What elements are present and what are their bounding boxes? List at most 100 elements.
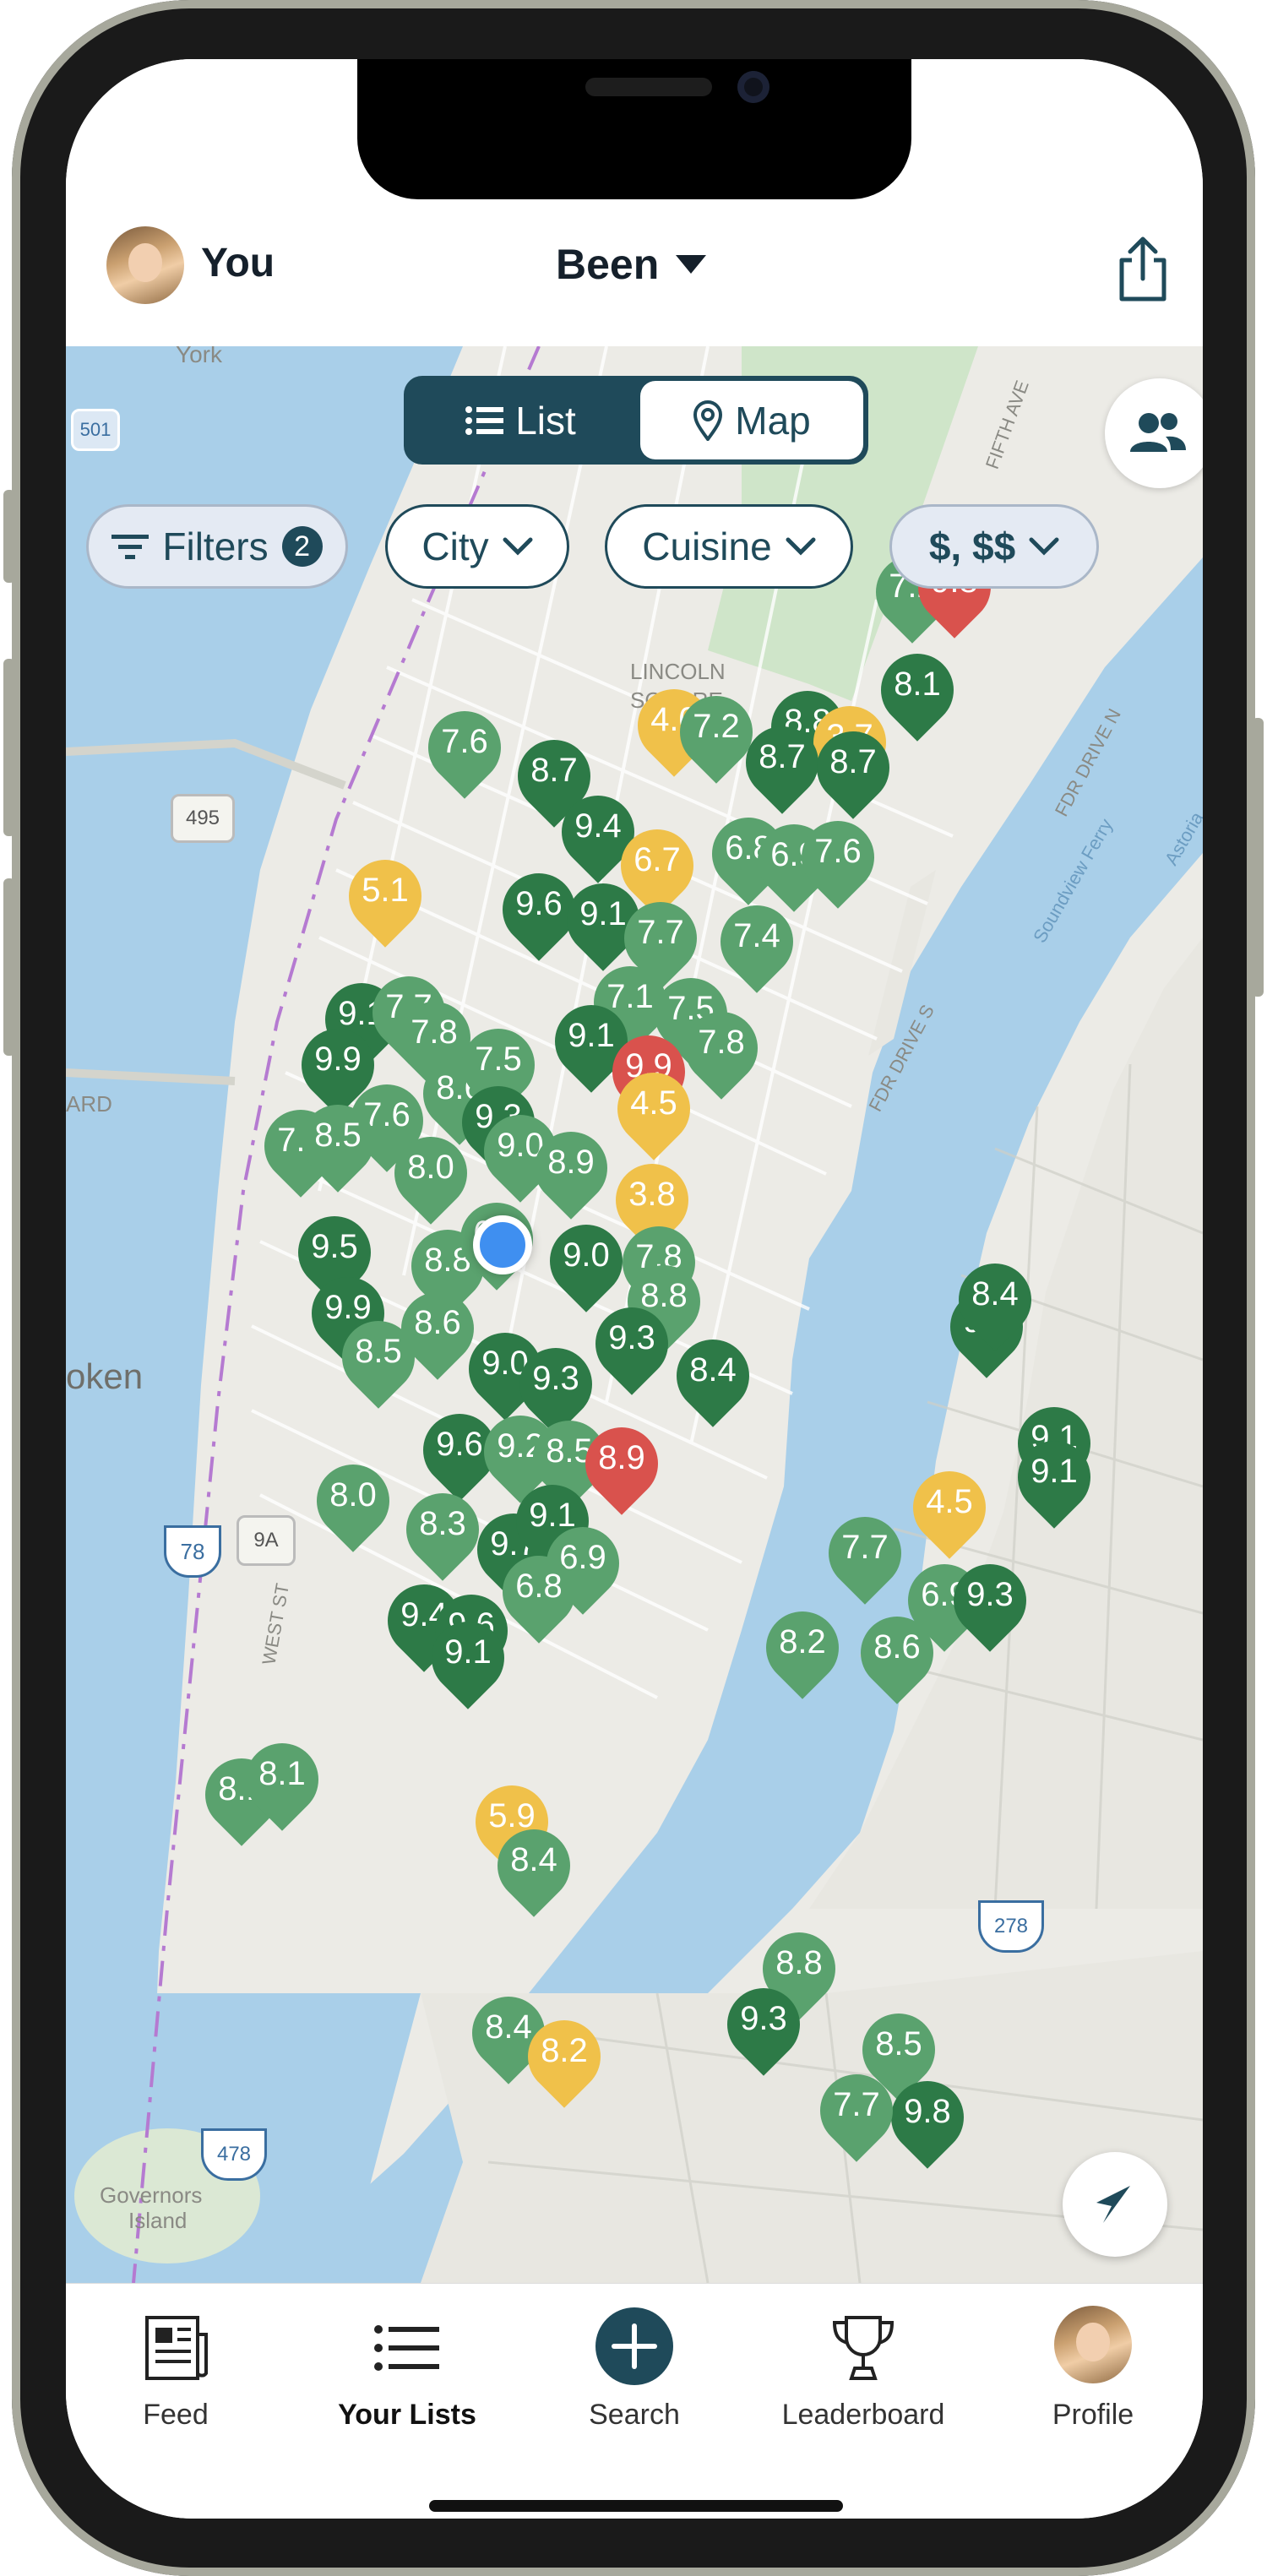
restaurant-pin[interactable]: 8.1: [866, 639, 969, 742]
map-view[interactable]: York LINCOLN SQUARE FIFTH AVE FDR DRIVE …: [66, 346, 1203, 2283]
list-icon: [374, 2325, 439, 2371]
view-toggle: List Map: [404, 376, 868, 465]
tab-profile[interactable]: Profile: [983, 2284, 1203, 2453]
pin-score: 7.2: [693, 708, 740, 745]
restaurant-pin[interactable]: 4.5: [898, 1456, 1001, 1559]
restaurant-pin[interactable]: 8.3: [391, 1478, 494, 1581]
pin-score: 7.7: [841, 1529, 889, 1566]
restaurant-pin[interactable]: 8.9: [570, 1412, 673, 1515]
home-indicator: [429, 2500, 843, 2512]
pin-score: 8.5: [875, 2025, 922, 2062]
pin-score: 9.1: [1030, 1453, 1078, 1490]
pin-score: 8.7: [759, 738, 806, 775]
tab-your-lists[interactable]: Your Lists: [297, 2284, 517, 2453]
restaurant-pin[interactable]: 7.8: [670, 997, 773, 1100]
locate-me-button[interactable]: [1063, 2152, 1167, 2257]
tab-profile-label: Profile: [1052, 2399, 1134, 2431]
route-shield-278: 278: [978, 1900, 1044, 1953]
tab-leaderboard-label: Leaderboard: [781, 2399, 945, 2431]
restaurant-pin[interactable]: 7.6: [786, 806, 889, 909]
tab-leaderboard[interactable]: Leaderboard: [753, 2284, 973, 2453]
pin-score: 9.5: [311, 1228, 358, 1265]
pin-score: 8.5: [314, 1117, 362, 1154]
pin-score: 9.6: [515, 885, 563, 922]
restaurant-pin[interactable]: 8.0: [302, 1449, 405, 1552]
restaurant-pin[interactable]: 8.5: [286, 1090, 389, 1193]
pin-score: 9.9: [314, 1041, 362, 1078]
route-shield-9a: 9A: [237, 1515, 296, 1566]
restaurant-pin[interactable]: 7.7: [813, 1502, 916, 1605]
pin-score: 5.1: [362, 872, 409, 909]
route-shield-478: 478: [201, 2128, 267, 2181]
trophy-icon: [832, 2316, 895, 2380]
pin-score: 8.0: [329, 1476, 377, 1514]
restaurant-pin[interactable]: 7.2: [665, 681, 768, 784]
map-view-button[interactable]: Map: [640, 381, 863, 459]
filters-chip[interactable]: Filters 2: [86, 504, 348, 589]
restaurant-pin[interactable]: 5.1: [334, 845, 437, 948]
cuisine-label: Cuisine: [642, 524, 772, 568]
map-pin-icon: [693, 399, 723, 441]
route-shield-78: 78: [164, 1525, 221, 1578]
pin-score: 8.5: [355, 1333, 402, 1370]
restaurant-pin[interactable]: 8.7: [731, 711, 834, 814]
phone-screen: You Been York LINCOLN FIFTH AVE FDR DRIV…: [66, 59, 1203, 2519]
map-view-label: Map: [735, 398, 811, 443]
restaurant-pin[interactable]: 9.3: [580, 1292, 683, 1395]
map-label-ward: ARD: [66, 1091, 112, 1117]
tab-bar: Feed Your Lists Search Leaderboard Profi…: [66, 2283, 1203, 2519]
user-label[interactable]: You: [201, 240, 275, 286]
restaurant-pin[interactable]: 8.4: [943, 1248, 1047, 1351]
restaurant-pin[interactable]: 8.0: [379, 1122, 482, 1225]
notch: [357, 59, 911, 199]
restaurant-pin[interactable]: 7.6: [413, 696, 516, 799]
restaurant-pin[interactable]: 4.5: [602, 1057, 705, 1160]
restaurant-pin[interactable]: 9.1: [416, 1606, 519, 1709]
pin-score: 7.8: [411, 1014, 458, 1051]
restaurant-pin[interactable]: 8.4: [661, 1324, 764, 1427]
restaurant-pin[interactable]: 8.2: [513, 2005, 616, 2108]
newspaper-icon: [145, 2316, 208, 2380]
restaurant-pin[interactable]: 9.3: [712, 1973, 815, 2076]
restaurant-pin[interactable]: 9.0: [535, 1209, 638, 1312]
map-label-hoboken: oken: [66, 1356, 144, 1396]
cuisine-chip[interactable]: Cuisine: [605, 504, 853, 589]
restaurant-pin[interactable]: 8.7: [802, 716, 905, 819]
list-view-label: List: [515, 398, 576, 443]
restaurant-pin[interactable]: 8.2: [751, 1596, 854, 1699]
tab-feed[interactable]: Feed: [66, 2284, 285, 2453]
share-icon[interactable]: [1113, 235, 1172, 302]
pin-score: 8.0: [407, 1149, 454, 1186]
restaurant-pin[interactable]: 8.1: [231, 1728, 334, 1831]
pin-score: 3.8: [628, 1176, 676, 1213]
restaurant-pin[interactable]: 9.8: [876, 2066, 979, 2169]
price-chip[interactable]: $, $$: [889, 504, 1099, 589]
pin-score: 8.4: [689, 1351, 737, 1389]
restaurant-pin[interactable]: 7.7: [805, 2059, 908, 2162]
restaurant-pin[interactable]: 8.9: [519, 1117, 623, 1220]
current-location-dot: [473, 1215, 532, 1274]
restaurant-pin[interactable]: 8.6: [846, 1601, 949, 1704]
restaurant-pin[interactable]: 8.4: [482, 1814, 585, 1917]
list-selector[interactable]: Been: [556, 240, 708, 289]
tab-search-label: Search: [589, 2399, 680, 2431]
restaurant-pin[interactable]: 7.4: [705, 890, 808, 993]
pin-score: 9.3: [532, 1360, 579, 1397]
route-shield-501: 501: [71, 409, 120, 451]
user-avatar[interactable]: [106, 226, 184, 304]
list-view-button[interactable]: List: [404, 376, 637, 465]
pin-score: 4.5: [926, 1483, 973, 1520]
map-label-governors: Governors: [100, 2182, 203, 2208]
route-shield-9a-label: 9A: [253, 1529, 279, 1552]
pin-score: 8.9: [547, 1144, 595, 1181]
restaurant-pin[interactable]: 9.1: [1003, 1426, 1106, 1529]
restaurant-pin[interactable]: 9.3: [938, 1549, 1041, 1652]
pin-score: 9.3: [608, 1319, 655, 1356]
restaurant-pin[interactable]: 6.8: [487, 1541, 590, 1644]
restaurant-pin[interactable]: 8.5: [327, 1306, 430, 1409]
tab-search[interactable]: Search: [525, 2284, 744, 2453]
city-chip[interactable]: City: [385, 504, 569, 589]
tab-feed-label: Feed: [143, 2399, 209, 2431]
pin-score: 7.5: [475, 1041, 522, 1078]
pin-score: 7.8: [698, 1024, 745, 1061]
